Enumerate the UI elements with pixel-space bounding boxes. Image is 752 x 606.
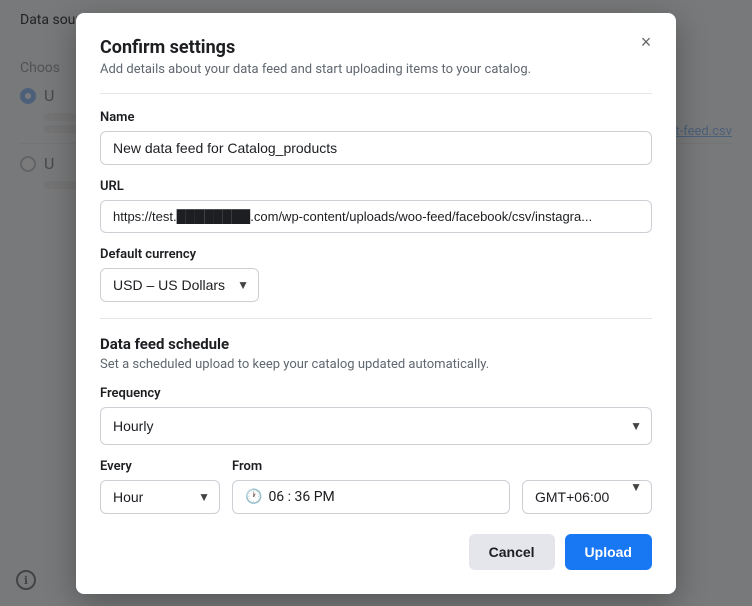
- every-from-row: Every Hour 2 Hours 3 Hours 4 Hours 6 Hou…: [100, 459, 652, 514]
- from-group: From 🕐 06 : 36 PM: [232, 459, 510, 514]
- modal-subtitle: Add details about your data feed and sta…: [100, 62, 652, 77]
- name-field-group: Name: [100, 110, 652, 165]
- currency-select-wrapper: USD – US Dollars ▼: [100, 268, 259, 302]
- url-input[interactable]: [100, 200, 652, 233]
- modal-header: Confirm settings Add details about your …: [100, 37, 652, 77]
- timezone-select-wrapper: GMT+06:00 GMT+00:00 GMT+05:30 GMT+08:00 …: [522, 460, 652, 514]
- timezone-group: GMT+06:00 GMT+00:00 GMT+05:30 GMT+08:00 …: [522, 460, 652, 514]
- page-background: Data sources > Upload data feed Choos U …: [0, 0, 752, 606]
- frequency-select[interactable]: Hourly Daily Weekly: [100, 407, 652, 445]
- time-input[interactable]: 🕐 06 : 36 PM: [232, 480, 510, 514]
- upload-button[interactable]: Upload: [565, 534, 652, 570]
- url-field-group: URL: [100, 179, 652, 233]
- schedule-subtitle: Set a scheduled upload to keep your cata…: [100, 357, 652, 372]
- from-label: From: [232, 459, 510, 474]
- frequency-label: Frequency: [100, 386, 652, 401]
- frequency-select-wrapper: Hourly Daily Weekly ▼: [100, 407, 652, 445]
- every-select[interactable]: Hour 2 Hours 3 Hours 4 Hours 6 Hours 8 H…: [100, 480, 220, 514]
- modal-footer: Cancel Upload: [100, 534, 652, 570]
- divider-2: [100, 318, 652, 319]
- clock-icon: 🕐: [245, 489, 262, 505]
- name-label: Name: [100, 110, 652, 125]
- close-button[interactable]: ×: [632, 29, 660, 57]
- time-value: 06 : 36 PM: [268, 489, 334, 505]
- schedule-title: Data feed schedule: [100, 335, 652, 353]
- every-select-wrapper: Hour 2 Hours 3 Hours 4 Hours 6 Hours 8 H…: [100, 480, 220, 514]
- cancel-button[interactable]: Cancel: [469, 534, 555, 570]
- modal-dialog: × Confirm settings Add details about you…: [76, 13, 676, 594]
- every-group: Every Hour 2 Hours 3 Hours 4 Hours 6 Hou…: [100, 459, 220, 514]
- every-label: Every: [100, 459, 220, 474]
- currency-label: Default currency: [100, 247, 652, 262]
- currency-select[interactable]: USD – US Dollars: [100, 268, 259, 302]
- divider-1: [100, 93, 652, 94]
- timezone-select[interactable]: GMT+06:00 GMT+00:00 GMT+05:30 GMT+08:00: [522, 480, 652, 514]
- currency-field-group: Default currency USD – US Dollars ▼: [100, 247, 652, 302]
- modal-title: Confirm settings: [100, 37, 652, 58]
- modal-overlay: × Confirm settings Add details about you…: [0, 0, 752, 606]
- frequency-field-group: Frequency Hourly Daily Weekly ▼: [100, 386, 652, 445]
- url-label: URL: [100, 179, 652, 194]
- schedule-section: Data feed schedule Set a scheduled uploa…: [100, 335, 652, 514]
- name-input[interactable]: [100, 131, 652, 165]
